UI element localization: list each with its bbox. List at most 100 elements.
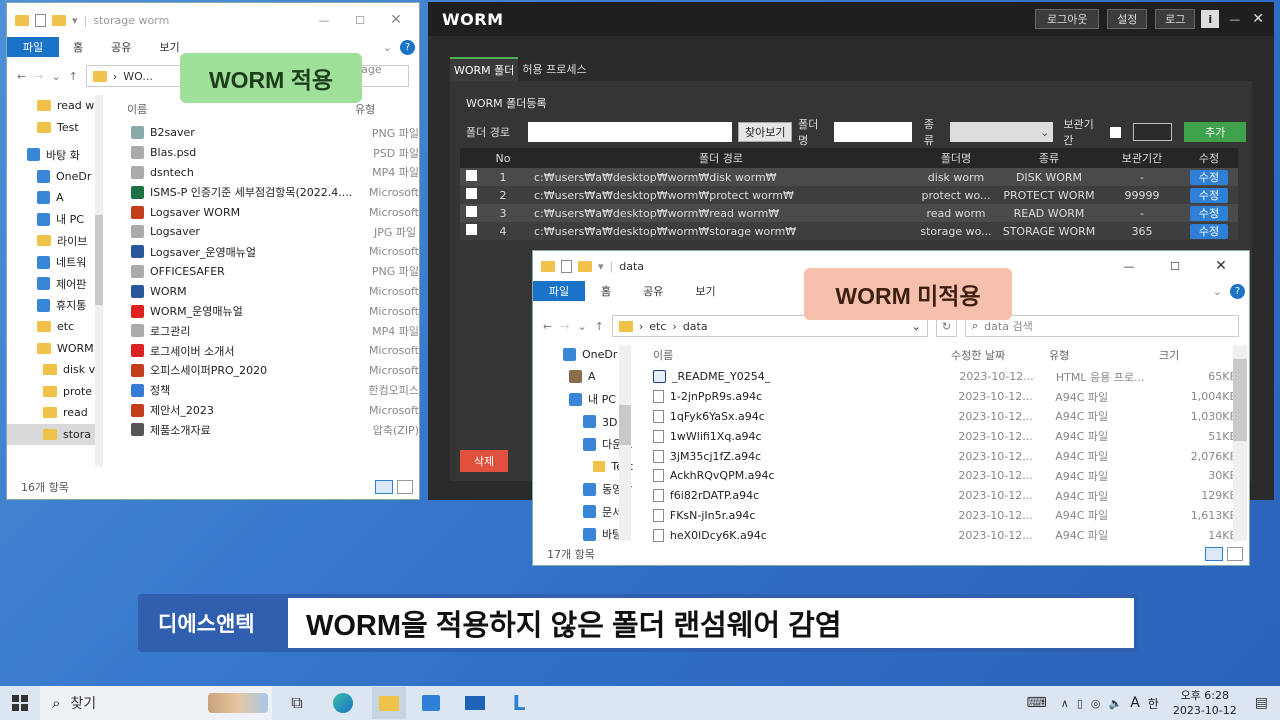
file-row[interactable]: ISMS-P 인증기준 세부점검항목(2022.4.... Microsoft (107, 182, 419, 202)
delete-button[interactable]: 삭제 (460, 450, 508, 472)
new-folder-icon[interactable] (52, 14, 66, 26)
browse-button[interactable]: 찾아보기 (738, 122, 793, 142)
worm-table-row[interactable]: 1 c:₩users₩a₩desktop₩worm₩disk worm₩ disk … (460, 168, 1238, 186)
file-row[interactable]: 정책 한컴오피스 (107, 380, 419, 400)
row-checkbox[interactable] (465, 170, 477, 181)
settings-button[interactable]: 설정 (1107, 9, 1148, 29)
clock[interactable]: 오후 6:28 2023-10-12 (1173, 688, 1237, 718)
tab-file[interactable]: 파일 (533, 281, 585, 301)
minimize-button[interactable]: — (309, 14, 339, 27)
back-icon[interactable]: ← (543, 320, 552, 333)
help-icon[interactable]: ? (400, 39, 415, 55)
nav-item[interactable]: read w (7, 95, 102, 117)
file-row[interactable]: Blas.psd PSD 파일 (107, 143, 419, 163)
up-icon[interactable]: ↑ (595, 320, 604, 333)
row-checkbox[interactable] (465, 224, 477, 235)
file-row[interactable]: 오피스세이퍼PRO_2020 Microsoft (107, 361, 419, 381)
path-segment-data[interactable]: data (683, 320, 708, 333)
close-button[interactable]: ✕ (1252, 11, 1264, 27)
task-view-icon[interactable]: ⧉ (284, 690, 310, 716)
nav-item[interactable]: stora (7, 423, 102, 445)
details-view-icon[interactable] (375, 480, 393, 494)
dropdown-icon[interactable]: ▾ (598, 260, 604, 273)
details-view-icon[interactable] (1205, 547, 1223, 561)
tab-home[interactable]: 홈 (585, 283, 627, 299)
notification-icon[interactable]: ▤ (1255, 695, 1268, 711)
file-row[interactable]: 로그세이버 소개서 Microsoft (107, 341, 419, 361)
tab-home[interactable]: 홈 (59, 39, 97, 55)
path-segment-etc[interactable]: etc (649, 320, 666, 333)
keyboard-icon[interactable]: ⌨ (1027, 695, 1047, 711)
minimize-button[interactable]: — (1109, 260, 1149, 273)
file-row[interactable]: 1wWlifi1Xq.a94c 2023-10-12... A94C 파일 51KB (645, 426, 1237, 446)
column-date[interactable]: 수정한 날짜 (951, 347, 1043, 363)
nav-item[interactable]: disk v (7, 359, 102, 381)
recent-icon[interactable]: ⌄ (51, 70, 60, 83)
edge-icon[interactable] (330, 690, 356, 716)
show-hidden-icons[interactable]: ∧ (1061, 697, 1069, 710)
file-row[interactable]: 제품소개자료 압축(ZIP) (107, 420, 419, 440)
file-row[interactable]: Logsaver_운영매뉴얼 Microsoft (107, 242, 419, 262)
edit-button[interactable]: 수정 (1190, 187, 1228, 203)
file-row[interactable]: FKsN-jIn5r.a94c 2023-10-12... A94C 파일 1,613… (645, 506, 1237, 526)
network-icon[interactable]: ◎ (1091, 697, 1101, 710)
file-row[interactable]: Logsaver WORM Microsoft (107, 202, 419, 222)
properties-icon[interactable] (35, 13, 46, 27)
left-nav-scrollbar[interactable] (95, 95, 103, 467)
log-button[interactable]: 로그 (1155, 9, 1196, 29)
expand-ribbon-icon[interactable]: ⌄ (383, 41, 392, 54)
new-folder-icon[interactable] (578, 260, 592, 272)
file-row[interactable]: 제안서_2023 Microsoft (107, 400, 419, 420)
expand-ribbon-icon[interactable]: ⌄ (1213, 285, 1222, 298)
battery-icon[interactable]: ▯ (1077, 697, 1083, 710)
row-checkbox[interactable] (465, 206, 477, 217)
column-name[interactable]: 이름 (645, 347, 945, 363)
retention-input[interactable] (1132, 123, 1173, 141)
taskbar-search[interactable]: ⌕ 찾기 (40, 686, 272, 720)
column-name[interactable]: 이름 (107, 101, 349, 117)
file-row[interactable]: OFFICESAFER PNG 파일 (107, 262, 419, 282)
retention-checkbox[interactable] (1109, 126, 1121, 138)
column-type[interactable]: 유형 (355, 101, 375, 117)
file-row[interactable]: 로그관리 MP4 파일 (107, 321, 419, 341)
nav-item[interactable]: etc (7, 316, 102, 338)
folder-name-input[interactable] (834, 122, 912, 142)
back-icon[interactable]: ← (17, 70, 26, 83)
dropdown-icon[interactable]: ▾ (72, 14, 78, 27)
file-row[interactable]: WORM_운영매뉴얼 Microsoft (107, 301, 419, 321)
maximize-button[interactable]: ☐ (1155, 260, 1195, 273)
nav-item[interactable]: 내 PC (7, 209, 102, 231)
nav-item[interactable]: Test (7, 117, 102, 139)
file-explorer-icon[interactable] (372, 687, 406, 719)
file-row[interactable]: f6i82rDATP.a94c 2023-10-12... A94C 파일 129KB (645, 486, 1237, 506)
info-icon[interactable]: i (1201, 10, 1220, 28)
tab-allowed-process[interactable]: 허용 프로세스 (518, 58, 590, 80)
worm-table-row[interactable]: 3 c:₩users₩a₩desktop₩worm₩read worm₩ read … (460, 204, 1238, 222)
close-button[interactable]: ✕ (1201, 258, 1241, 274)
ime-mode[interactable]: A (1130, 695, 1140, 711)
nav-item[interactable]: A (7, 187, 102, 209)
nav-item[interactable]: 바탕 화 (7, 144, 102, 166)
forward-icon[interactable]: → (560, 320, 569, 333)
type-select[interactable]: ⌄ (949, 122, 1054, 142)
maximize-button[interactable]: ☐ (345, 14, 375, 27)
nav-item[interactable]: prote (7, 381, 102, 403)
file-row[interactable]: AckhRQvQPM.a94c 2023-10-12... A94C 파일 30KB (645, 466, 1237, 486)
file-row[interactable]: _README_Y0254_ 2023-10-12... HTML 응용 프로...… (645, 367, 1237, 387)
file-row[interactable]: B2saver PNG 파일 (107, 123, 419, 143)
worm-table-row[interactable]: 4 c:₩users₩a₩desktop₩worm₩storage worm₩ st… (460, 222, 1238, 240)
volume-muted-icon[interactable]: 🔈 (1109, 697, 1123, 710)
logout-button[interactable]: 로그아웃 (1035, 9, 1100, 29)
file-row[interactable]: Logsaver JPG 파일 (107, 222, 419, 242)
large-icons-view-icon[interactable] (1227, 547, 1243, 561)
worm-table-row[interactable]: 2 c:₩users₩a₩desktop₩worm₩protect worm₩ pr… (460, 186, 1238, 204)
file-list-scrollbar[interactable] (1233, 345, 1247, 541)
tab-share[interactable]: 공유 (97, 39, 145, 55)
file-row[interactable]: 1-2jnPpR9s.a94c 2023-10-12... A94C 파일 1,004… (645, 387, 1237, 407)
language-indicator[interactable]: 한 (1148, 695, 1159, 712)
store-icon[interactable] (418, 690, 444, 716)
column-type[interactable]: 유형 (1049, 347, 1153, 363)
nav-item[interactable]: OneDr (7, 166, 102, 188)
nav-item[interactable]: 휴지통 (7, 295, 102, 317)
address-dropdown-icon[interactable]: ⌄ (912, 320, 921, 333)
